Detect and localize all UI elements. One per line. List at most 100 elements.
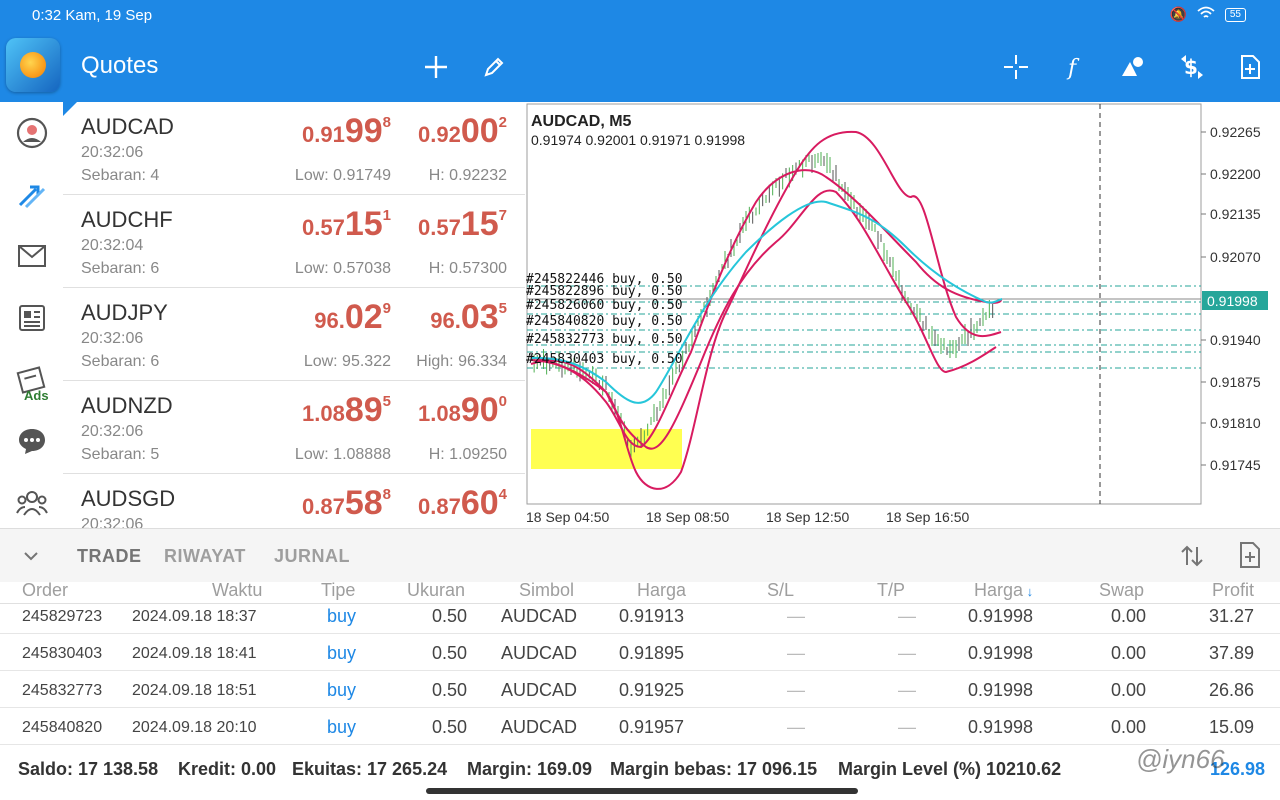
cell-profit: 26.86: [1209, 680, 1255, 700]
quote-row-audnzd[interactable]: AUDNZD 20:32:06 Sebaran: 5 1.08895 1.089…: [63, 381, 525, 474]
order-label: #245830403 buy, 0.50: [526, 352, 683, 367]
quote-high: H: 0.57300: [428, 260, 507, 277]
trade-arrows-icon[interactable]: [14, 177, 50, 213]
quote-row-audjpy[interactable]: AUDJPY 20:32:06 Sebaran: 6 96.029 96.035…: [63, 288, 525, 381]
chat-icon[interactable]: [14, 423, 50, 459]
quote-low: Low: 0.91749: [294, 167, 391, 184]
margin-level-value: Margin Level (%) 10210.62: [838, 759, 1062, 779]
quote-row-audsgd[interactable]: AUDSGD 20:32:06 0.87588 0.87604: [63, 474, 525, 528]
cell-time: 2024.09.18 18:51: [132, 682, 257, 699]
cell-sl: —: [787, 643, 805, 663]
mail-icon[interactable]: [14, 238, 50, 274]
cell-type: buy: [327, 643, 357, 663]
cell-type: buy: [327, 717, 357, 737]
cell-symbol: AUDCAD: [501, 680, 578, 700]
highlight-box: [531, 429, 682, 469]
svg-text:f: f: [1066, 56, 1080, 80]
cell-swap: 0.00: [1111, 643, 1147, 663]
quote-low: Low: 0.57038: [294, 260, 391, 277]
mute-icon: 🔕: [1169, 6, 1187, 22]
news-icon[interactable]: [14, 300, 50, 336]
y-tick-label: 0.91745: [1210, 457, 1261, 473]
cell-swap: 0.00: [1111, 717, 1147, 737]
quote-bid: 0.91998: [302, 112, 391, 150]
quote-spread: Sebaran: 6: [81, 260, 160, 277]
order-label: #245832773 buy, 0.50: [526, 332, 683, 347]
cell-sl: —: [787, 606, 805, 626]
quotes-list: AUDCAD 20:32:06 Sebaran: 4 0.91998 0.920…: [63, 102, 525, 528]
quote-bid: 0.87588: [302, 484, 391, 522]
gesture-nav-bar[interactable]: [426, 788, 858, 794]
new-order-icon[interactable]: [1238, 541, 1262, 574]
table-row[interactable]: 245830403 2024.09.18 18:41 buy 0.50 AUDC…: [0, 634, 1280, 671]
tab-riwayat[interactable]: RIWAYAT: [164, 546, 246, 567]
status-bar: 0:32 Kam, 19 Sep 🔕 55: [0, 0, 1280, 30]
quote-row-audcad[interactable]: AUDCAD 20:32:06 Sebaran: 4 0.91998 0.920…: [63, 102, 525, 195]
cell-time: 2024.09.18 20:10: [132, 719, 257, 736]
ads-label: Ads: [24, 388, 49, 403]
quote-time: 20:32:06: [81, 516, 144, 528]
current-price-label: 0.91998: [1207, 293, 1258, 309]
sidebar: Ads: [0, 102, 63, 528]
price-chart[interactable]: 0.92265 0.92200 0.92135 0.92070 0.91940 0.918…: [526, 102, 1280, 528]
quote-time: 20:32:06: [81, 330, 144, 347]
sort-icon[interactable]: [1179, 543, 1205, 574]
metatrader-logo-icon[interactable]: [6, 38, 60, 92]
add-symbol-icon[interactable]: [421, 52, 451, 82]
cell-time: 2024.09.18 18:37: [132, 608, 257, 625]
cell-symbol: AUDCAD: [501, 643, 578, 663]
quote-symbol: AUDSGD: [81, 486, 176, 511]
wifi-icon: [1197, 6, 1215, 23]
y-tick-label: 0.92200: [1210, 166, 1261, 182]
tab-trade[interactable]: TRADE: [77, 546, 142, 567]
tab-jurnal[interactable]: JURNAL: [274, 546, 350, 567]
y-tick-label: 0.91875: [1210, 374, 1261, 390]
cell-price: 0.91913: [619, 606, 685, 626]
kredit-value: Kredit: 0.00: [178, 759, 277, 779]
quote-ask: 0.57157: [418, 205, 507, 243]
quote-high: High: 96.334: [416, 353, 507, 370]
margin-value: Margin: 169.09: [467, 759, 593, 779]
saldo-value: Saldo: 17 138.58: [18, 759, 159, 779]
cell-type: buy: [327, 606, 357, 626]
quote-row-audchf[interactable]: AUDCHF 20:32:04 Sebaran: 6 0.57151 0.571…: [63, 195, 525, 288]
cell-swap: 0.00: [1111, 680, 1147, 700]
edit-pencil-icon[interactable]: [479, 52, 509, 82]
y-tick-label: 0.92265: [1210, 124, 1261, 140]
trade-dollar-icon[interactable]: $: [1177, 52, 1207, 82]
cell-order: 245840820: [22, 719, 103, 736]
community-icon[interactable]: [14, 485, 50, 521]
cell-sl: —: [787, 717, 805, 737]
chart-symbol-title: AUDCAD, M5: [531, 113, 632, 130]
watermark: @iyn66: [1136, 744, 1225, 774]
new-document-icon[interactable]: [1235, 52, 1265, 82]
quote-low: Low: 95.322: [303, 353, 391, 370]
objects-shapes-icon[interactable]: [1118, 52, 1148, 82]
cell-order: 245832773: [22, 682, 103, 699]
order-label: #245826060 buy, 0.50: [526, 298, 683, 313]
table-row[interactable]: 245829723 2024.09.18 18:37 buy 0.50 AUDC…: [0, 597, 1280, 634]
crosshair-icon[interactable]: [1001, 52, 1031, 82]
y-tick-label: 0.91940: [1210, 332, 1261, 348]
quote-ask: 0.87604: [418, 484, 507, 522]
page-title: Quotes: [81, 52, 159, 79]
quote-high: H: 0.92232: [428, 167, 507, 184]
indicators-function-icon[interactable]: f: [1059, 52, 1089, 82]
order-label: #245822896 buy, 0.50: [526, 284, 683, 299]
table-row[interactable]: 245832773 2024.09.18 18:51 buy 0.50 AUDC…: [0, 671, 1280, 708]
x-tick-label: 18 Sep 16:50: [886, 509, 970, 525]
cell-price: 0.91895: [619, 643, 685, 663]
account-icon[interactable]: [14, 115, 50, 151]
cell-current: 0.91998: [968, 680, 1034, 700]
collapse-chevron-icon[interactable]: [22, 547, 40, 570]
table-row[interactable]: 245840820 2024.09.18 20:10 buy 0.50 AUDC…: [0, 708, 1280, 745]
cell-current: 0.91998: [968, 606, 1034, 626]
chart-canvas[interactable]: 0.92265 0.92200 0.92135 0.92070 0.91940 0.918…: [526, 102, 1280, 528]
cell-time: 2024.09.18 18:41: [132, 645, 257, 662]
quote-bid: 1.08895: [302, 391, 391, 429]
quote-symbol: AUDCAD: [81, 114, 174, 139]
quote-time: 20:32:04: [81, 237, 144, 254]
cell-size: 0.50: [432, 606, 468, 626]
cell-tp: —: [898, 643, 916, 663]
chart-ohlc: 0.91974 0.92001 0.91971 0.91998: [531, 132, 745, 148]
